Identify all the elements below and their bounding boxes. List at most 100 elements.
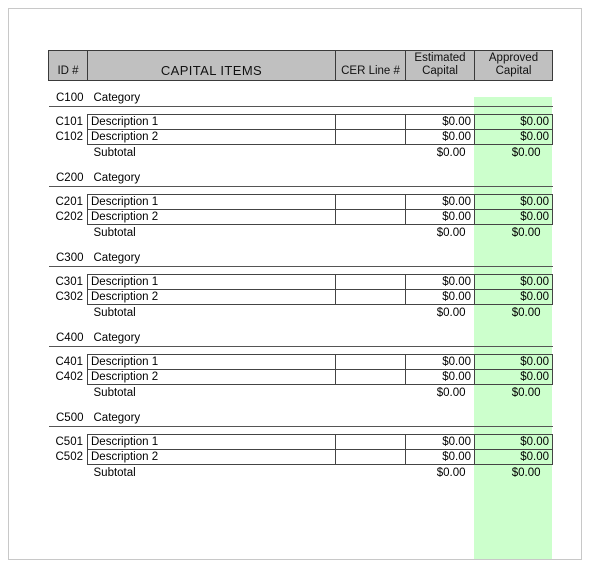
table-row[interactable]: C302 Description 2 $0.00 $0.00	[49, 289, 553, 305]
category-id: C200	[48, 170, 88, 187]
row-estimated-capital-cell[interactable]: $0.00	[405, 114, 475, 130]
table-row[interactable]: C402 Description 2 $0.00 $0.00	[49, 369, 553, 385]
table-row[interactable]: C401 Description 1 $0.00 $0.00	[49, 354, 553, 370]
row-description-cell[interactable]: Description 2	[87, 449, 336, 465]
document-page: ID # CAPITAL ITEMS CER Line # Estimated …	[8, 8, 582, 560]
column-header-approved-capital: Approved Capital	[474, 50, 553, 81]
row-description-cell[interactable]: Description 1	[87, 274, 336, 290]
row-approved-capital-cell[interactable]: $0.00	[474, 449, 553, 465]
row-cer-line-cell[interactable]	[335, 209, 406, 225]
category-id: C500	[48, 410, 88, 427]
column-header-cer-line: CER Line #	[335, 50, 406, 81]
category-id: C100	[48, 90, 88, 107]
row-approved-capital-cell[interactable]: $0.00	[474, 274, 553, 290]
subtotal-row: Subtotal $0.00 $0.00	[49, 145, 553, 162]
category-row[interactable]: C200 Category	[48, 170, 553, 187]
subtotal-row: Subtotal $0.00 $0.00	[49, 465, 553, 482]
row-approved-capital-cell[interactable]: $0.00	[474, 129, 553, 145]
spacer-cell	[475, 321, 553, 330]
category-gap	[49, 267, 553, 275]
row-cer-line-cell[interactable]	[335, 194, 406, 210]
row-id: C102	[55, 131, 84, 143]
row-estimated-capital-cell[interactable]: $0.00	[405, 449, 475, 465]
spacer-cell	[406, 241, 475, 250]
row-cer-line-cell[interactable]	[335, 369, 406, 385]
subtotal-approved-capital: $0.00	[511, 147, 541, 159]
spacer-cell	[49, 81, 88, 91]
spacer-cell	[49, 241, 88, 250]
row-cer-line-cell[interactable]	[335, 434, 406, 450]
row-cer-line-cell[interactable]	[335, 354, 406, 370]
row-description-cell[interactable]: Description 1	[87, 114, 336, 130]
estimated-capital-line2: Capital	[422, 65, 458, 77]
approved-capital-line1: Approved	[488, 52, 539, 64]
category-row[interactable]: C100 Category	[48, 90, 553, 107]
row-description-cell[interactable]: Description 2	[87, 369, 336, 385]
row-approved-capital-cell[interactable]: $0.00	[474, 209, 553, 225]
row-estimated-capital-cell[interactable]: $0.00	[405, 194, 475, 210]
row-estimated-capital-cell[interactable]: $0.00	[405, 129, 475, 145]
spacer-cell	[475, 241, 553, 250]
spacer-cell	[88, 401, 336, 410]
spacer-cell	[406, 347, 475, 355]
row-cer-line-cell[interactable]	[335, 114, 406, 130]
approved-capital-line2: Capital	[495, 65, 532, 77]
row-description-cell[interactable]: Description 1	[87, 354, 336, 370]
table-row[interactable]: C101 Description 1 $0.00 $0.00	[49, 114, 553, 130]
category-row[interactable]: C400 Category	[48, 330, 553, 347]
category-approved-cell	[474, 170, 553, 187]
row-estimated-capital-cell[interactable]: $0.00	[405, 354, 475, 370]
table-row[interactable]: C202 Description 2 $0.00 $0.00	[49, 209, 553, 225]
category-row[interactable]: C500 Category	[48, 410, 553, 427]
row-approved-capital-cell[interactable]: $0.00	[474, 369, 553, 385]
row-approved-capital-cell[interactable]: $0.00	[474, 289, 553, 305]
category-cer-cell	[335, 330, 406, 347]
row-cer-line-cell[interactable]	[335, 289, 406, 305]
table-row[interactable]: C201 Description 1 $0.00 $0.00	[49, 194, 553, 210]
row-approved-capital-cell[interactable]: $0.00	[474, 194, 553, 210]
row-id: C501	[55, 436, 84, 448]
row-description-cell[interactable]: Description 2	[87, 209, 336, 225]
block-spacer	[49, 321, 553, 330]
category-cer-cell	[335, 90, 406, 107]
row-estimated-capital-cell[interactable]: $0.00	[405, 434, 475, 450]
subtotal-label: Subtotal	[93, 387, 136, 399]
row-estimated-capital-cell[interactable]: $0.00	[405, 289, 475, 305]
row-estimated-capital-cell[interactable]: $0.00	[405, 369, 475, 385]
spacer-cell	[336, 347, 406, 355]
column-header-id: ID #	[48, 50, 88, 81]
row-cer-line-cell[interactable]	[335, 449, 406, 465]
row-description-cell[interactable]: Description 2	[87, 129, 336, 145]
subtotal-cer-cell	[336, 225, 406, 242]
table-row[interactable]: C102 Description 2 $0.00 $0.00	[49, 129, 553, 145]
row-description-cell[interactable]: Description 1	[87, 194, 336, 210]
subtotal-row: Subtotal $0.00 $0.00	[49, 305, 553, 322]
category-row[interactable]: C300 Category	[48, 250, 553, 267]
category-gap	[49, 107, 553, 115]
spacer-cell	[336, 321, 406, 330]
row-cer-line-cell[interactable]	[335, 129, 406, 145]
subtotal-approved-capital: $0.00	[511, 227, 541, 239]
spacer-cell	[49, 401, 88, 410]
row-approved-capital-cell[interactable]: $0.00	[474, 114, 553, 130]
row-id: C202	[55, 211, 84, 223]
category-label: Category	[87, 330, 336, 347]
row-approved-capital-cell[interactable]: $0.00	[474, 354, 553, 370]
row-approved-capital-cell[interactable]: $0.00	[474, 434, 553, 450]
table-row[interactable]: C501 Description 1 $0.00 $0.00	[49, 434, 553, 450]
subtotal-row: Subtotal $0.00 $0.00	[49, 225, 553, 242]
row-estimated-capital-cell[interactable]: $0.00	[405, 274, 475, 290]
table-row[interactable]: C301 Description 1 $0.00 $0.00	[49, 274, 553, 290]
row-description-cell[interactable]: Description 1	[87, 434, 336, 450]
row-cer-line-cell[interactable]	[335, 274, 406, 290]
row-estimated-capital-cell[interactable]: $0.00	[405, 209, 475, 225]
row-description-cell[interactable]: Description 2	[87, 289, 336, 305]
subtotal-label: Subtotal	[93, 147, 136, 159]
spacer-cell	[49, 267, 88, 275]
block-spacer	[49, 81, 553, 91]
table-header-row: ID # CAPITAL ITEMS CER Line # Estimated …	[48, 50, 553, 81]
spacer-cell	[475, 401, 553, 410]
table-row[interactable]: C502 Description 2 $0.00 $0.00	[49, 449, 553, 465]
subtotal-label: Subtotal	[93, 467, 136, 479]
category-approved-cell	[474, 410, 553, 427]
